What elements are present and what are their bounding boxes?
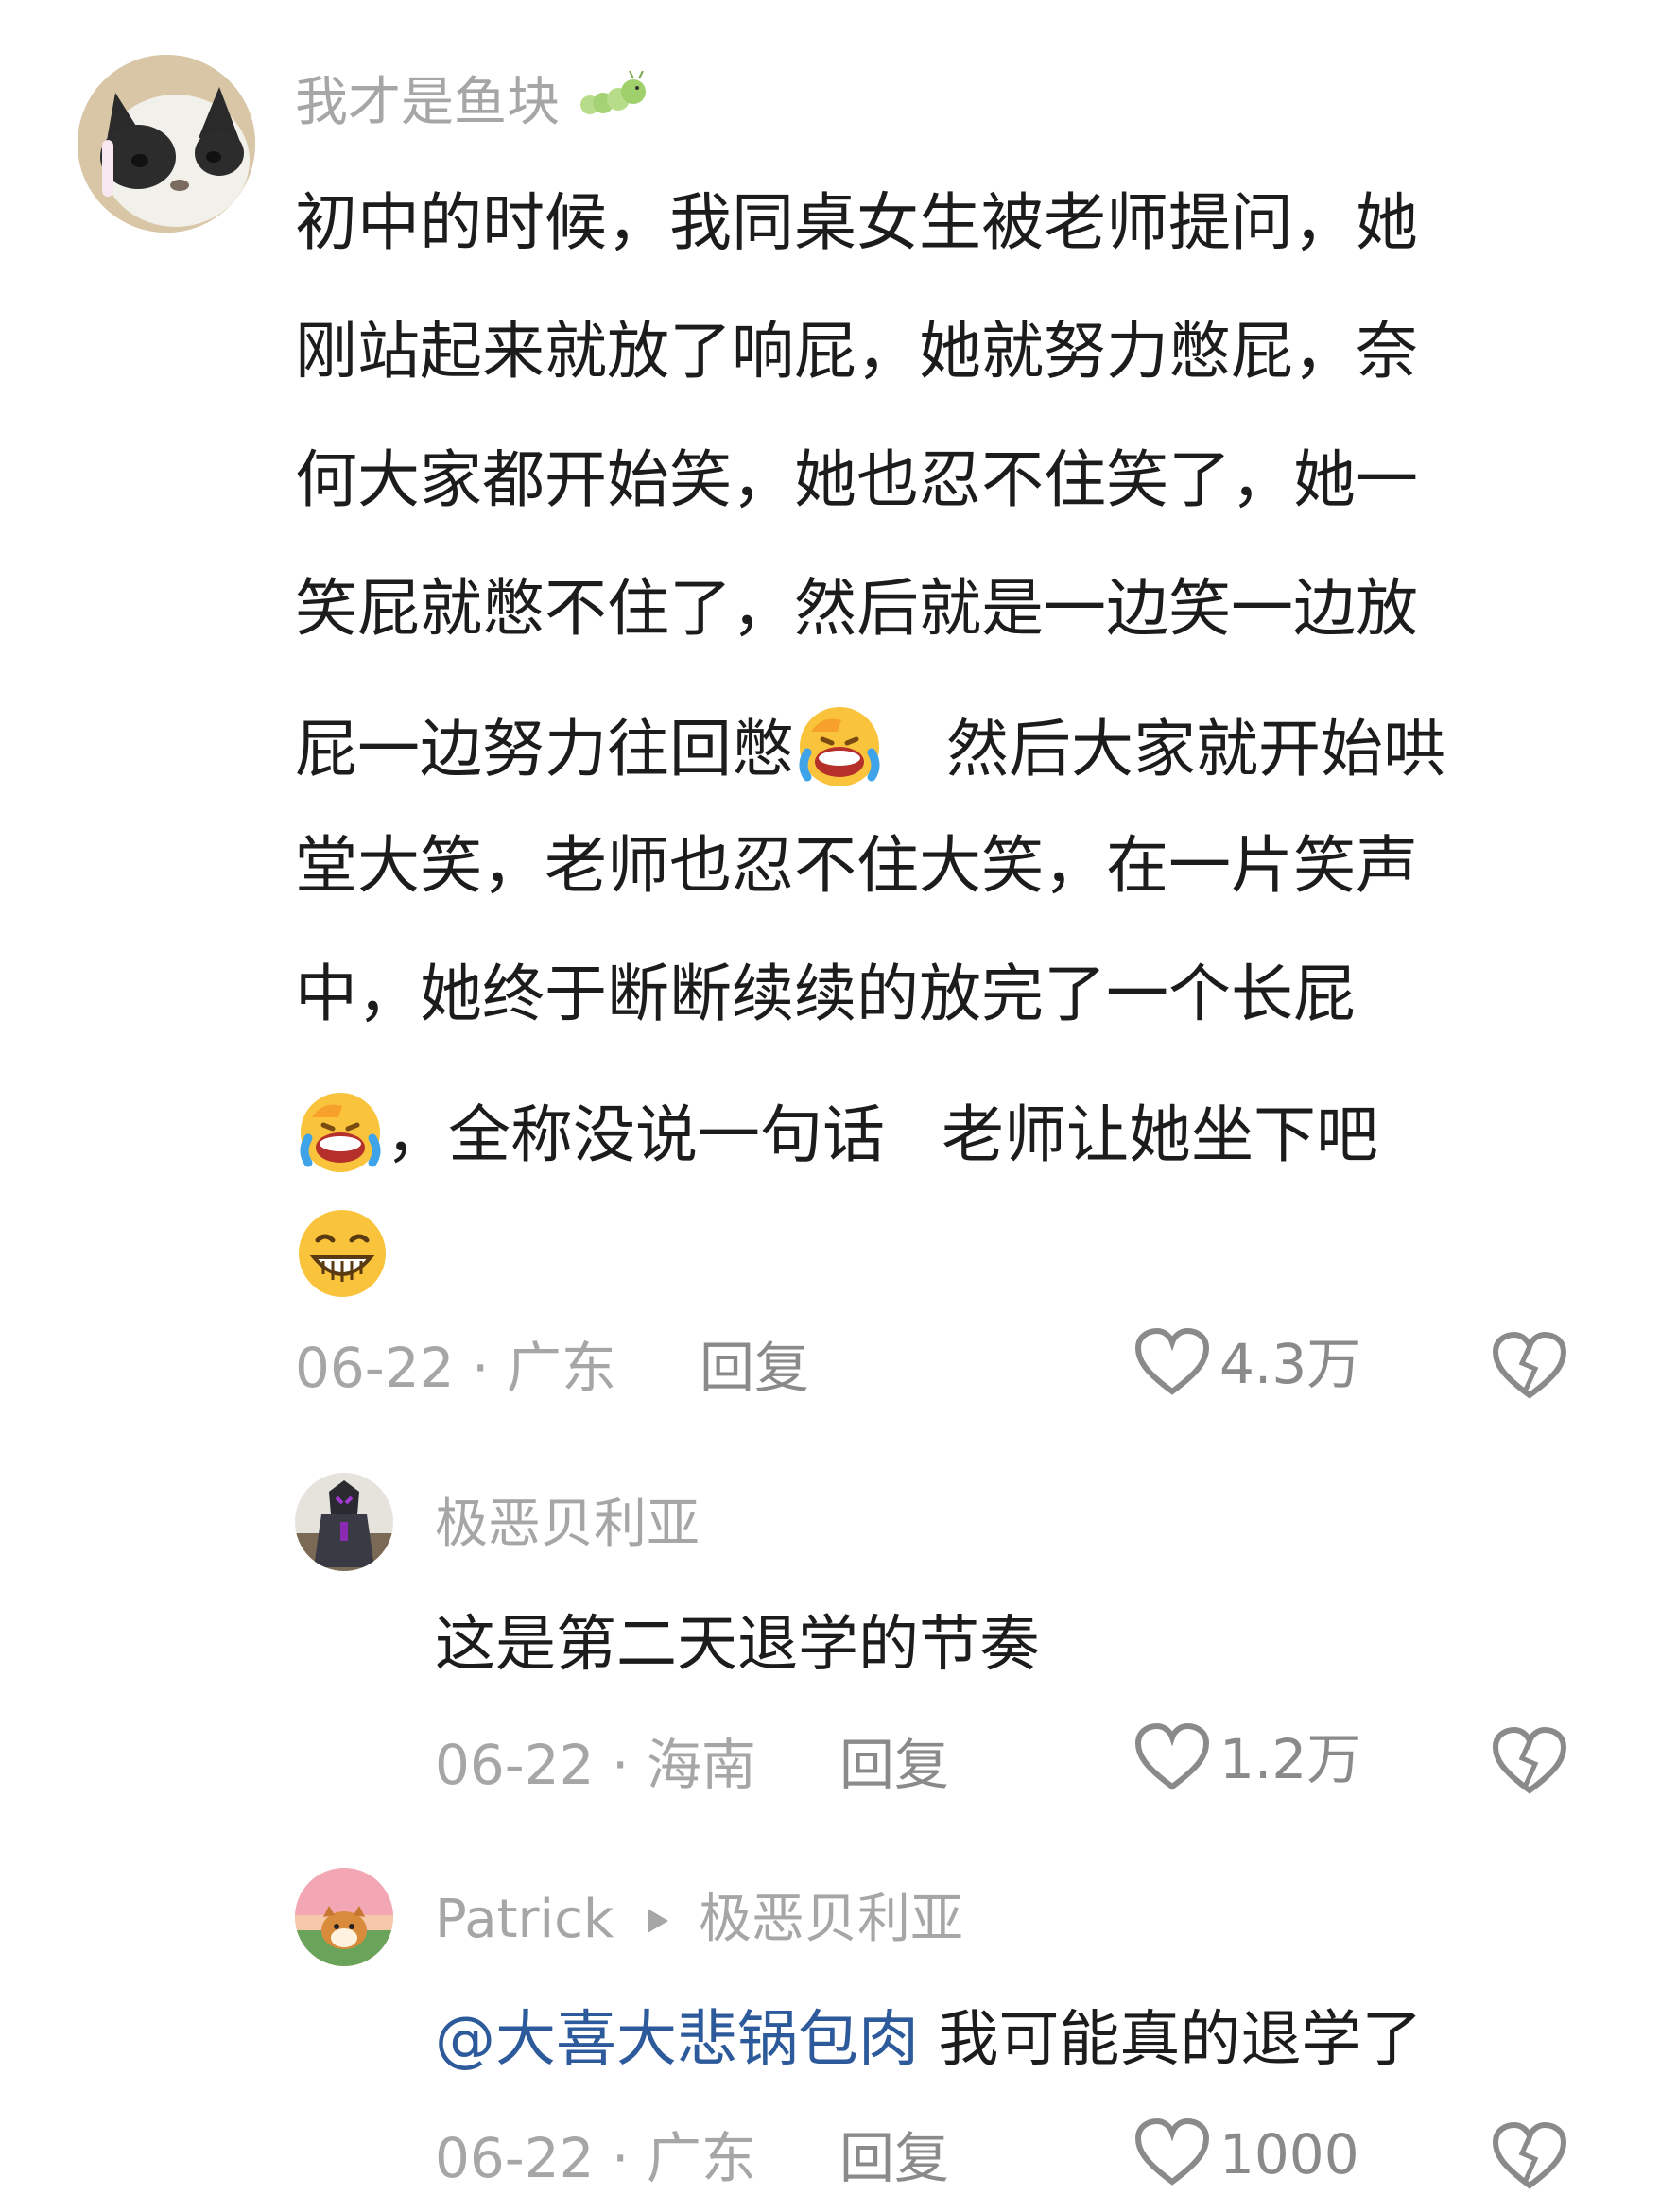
comment-text-line-7: 中，她终于断断续续的放完了一个长屁	[295, 958, 1356, 1030]
comment-text-line-2: 刚站起来就放了响屁，她就努力憋屁，奈	[295, 315, 1418, 388]
comment-meta: 06-22 · 广东	[295, 1335, 616, 1401]
like-count: 4.3万	[1219, 1332, 1362, 1396]
reply-location: 广东	[646, 2126, 756, 2190]
comment-text-line-6: 堂大笑，老师也忍不住大笑，在一片笑声	[295, 829, 1418, 902]
meta-separator: ·	[611, 2126, 630, 2190]
grinning-emoji-icon	[295, 1206, 389, 1318]
comment-text-line-8: ，全称没说一句话 老师让她坐下吧	[295, 1085, 1378, 1193]
like-button[interactable]: 1.2万	[1134, 1722, 1361, 1796]
reply-arrow-icon	[644, 1887, 672, 1953]
heart-icon	[1134, 1722, 1210, 1796]
reply-avatar[interactable]	[295, 1473, 393, 1571]
reply-text: 这是第二天退学的节奏	[435, 1610, 1040, 1680]
laughing-crying-emoji-icon	[295, 1085, 386, 1193]
like-count: 1000	[1219, 2122, 1359, 2186]
caterpillar-icon	[577, 70, 652, 140]
comment-text-line-5: 屁一边努力往回憋 然后大家就开始哄	[295, 700, 1445, 807]
reply-text: 我可能真的退学了	[938, 2005, 1423, 2075]
comment-text-line-8a: ，全称没说一句话	[386, 1098, 885, 1172]
reply-username[interactable]: 极恶贝利亚	[435, 1492, 700, 1558]
reply-text-line: @大喜大悲锅包肉 我可能真的退学了	[435, 2002, 1422, 2078]
username-text: 我才是鱼块	[295, 72, 560, 133]
reply-meta: 06-22 · 广东	[435, 2125, 756, 2191]
like-button[interactable]: 4.3万	[1134, 1327, 1361, 1401]
reply-avatar[interactable]	[295, 1868, 393, 1966]
comment-text-line-4: 笑屁就憋不住了，然后就是一边笑一边放	[295, 572, 1418, 645]
comment-thread: 我才是鱼块 初中的时候，我同桌女生被老师提问，她 刚站起来就放了响屁，她就努力憋…	[0, 0, 1660, 2212]
reply-date: 06-22	[435, 2126, 595, 2190]
comment-text-line-3: 何大家都开始笑，她也忍不住笑了，她一	[295, 443, 1418, 516]
comment-text-line-9	[295, 1206, 389, 1318]
laughing-crying-emoji-icon	[794, 700, 885, 807]
meta-separator: ·	[471, 1336, 490, 1400]
dislike-broken-heart-icon[interactable]	[1492, 1331, 1567, 1405]
reply-button[interactable]: 回复	[839, 2125, 949, 2191]
meta-separator: ·	[611, 1733, 630, 1797]
like-button[interactable]: 1000	[1134, 2117, 1359, 2191]
heart-icon	[1134, 2117, 1210, 2191]
heart-icon	[1134, 1327, 1210, 1401]
comment-date: 06-22	[295, 1336, 455, 1400]
cat-avatar-icon	[78, 55, 255, 233]
comment-text-line-5a: 屁一边努力往回憋	[295, 713, 794, 786]
reply-to-username[interactable]: 极恶贝利亚	[699, 1889, 963, 1950]
comment-location: 广东	[506, 1336, 616, 1400]
armored-figure-avatar-icon	[295, 1473, 393, 1571]
dislike-broken-heart-icon[interactable]	[1492, 2121, 1567, 2195]
comment-text-line-5b: 然后大家就开始哄	[945, 713, 1445, 786]
like-count: 1.2万	[1219, 1727, 1362, 1791]
comment-username[interactable]: 我才是鱼块	[295, 70, 652, 140]
reply-username[interactable]: Patrick	[435, 1889, 614, 1950]
avatar[interactable]	[78, 55, 255, 233]
reply-date: 06-22	[435, 1733, 595, 1797]
reply-button[interactable]: 回复	[700, 1335, 809, 1401]
reply-button[interactable]: 回复	[839, 1732, 949, 1798]
dislike-broken-heart-icon[interactable]	[1492, 1726, 1567, 1800]
reply-location: 海南	[646, 1733, 756, 1797]
mention-link[interactable]: @大喜大悲锅包肉	[435, 2005, 919, 2075]
reply-username-line: Patrick 极恶贝利亚	[435, 1887, 963, 1953]
comment-text-line-1: 初中的时候，我同桌女生被老师提问，她	[295, 186, 1418, 259]
reply-meta: 06-22 · 海南	[435, 1732, 756, 1798]
dog-avatar-icon	[295, 1868, 393, 1966]
comment-text-line-8b: 老师让她坐下吧	[942, 1098, 1378, 1172]
